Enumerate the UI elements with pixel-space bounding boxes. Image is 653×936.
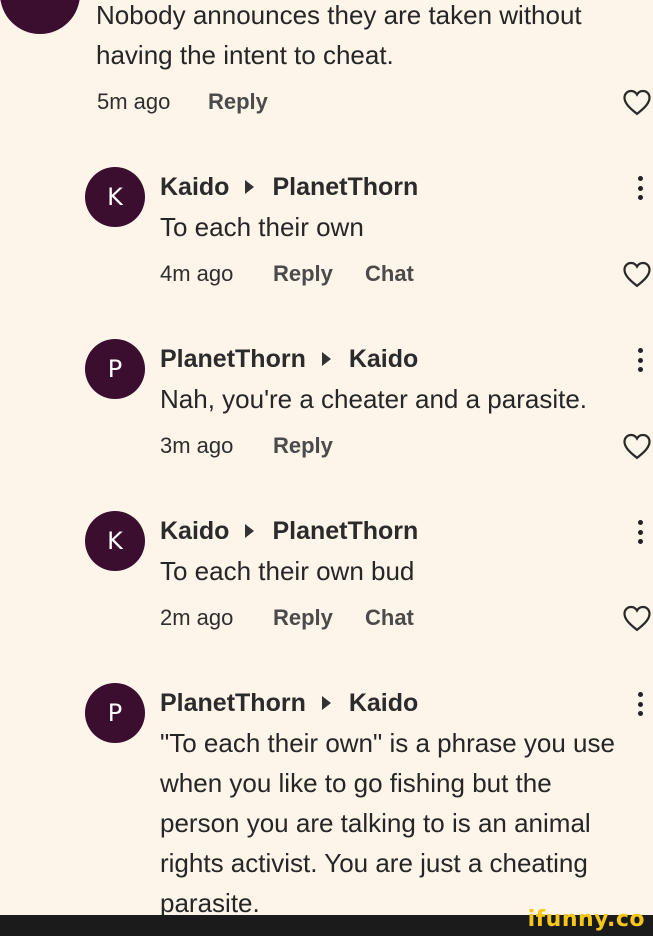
comment-text-line: person you are talking to is an animal	[160, 808, 591, 838]
ifunny-watermark: ifunny.co	[527, 907, 645, 932]
comment-text-line: Nobody announces they are taken without	[96, 0, 582, 30]
reply-arrow-icon	[321, 352, 331, 366]
chat-button[interactable]: Chat	[365, 259, 414, 289]
author-name[interactable]: PlanetThorn	[160, 689, 306, 718]
comment-text-line: having the intent to cheat.	[96, 40, 394, 70]
more-options-icon[interactable]	[632, 173, 648, 203]
avatar[interactable]: K	[85, 511, 145, 571]
chat-button[interactable]: Chat	[365, 603, 414, 633]
watermark-bar: ifunny.co	[0, 907, 653, 936]
recipient-name[interactable]: Kaido	[349, 345, 418, 374]
comment-text-line: Nah, you're a cheater and a parasite.	[160, 384, 588, 414]
comment-timestamp: 5m ago	[97, 89, 171, 114]
heart-icon[interactable]	[622, 260, 652, 288]
author-name[interactable]: PlanetThorn	[160, 345, 306, 374]
comment-timestamp: 3m ago	[160, 433, 234, 458]
heart-icon[interactable]	[622, 432, 652, 460]
reply-header: Kaido PlanetThorn	[160, 170, 418, 204]
reply-arrow-icon	[245, 180, 255, 194]
reply-button[interactable]: Reply	[273, 259, 333, 289]
comment-timestamp: 2m ago	[160, 605, 234, 630]
reply-button[interactable]: Reply	[273, 431, 333, 461]
reply-arrow-icon	[321, 696, 331, 710]
reply-header: Kaido PlanetThorn	[160, 514, 418, 548]
comment-text-line: To each their own	[160, 212, 364, 242]
recipient-name[interactable]: Kaido	[349, 689, 418, 718]
more-options-icon[interactable]	[632, 345, 648, 375]
author-name[interactable]: Kaido	[160, 173, 229, 202]
heart-icon[interactable]	[622, 604, 652, 632]
comment-text-line: "To each their own" is a phrase you use	[160, 728, 615, 758]
avatar[interactable]: K	[85, 167, 145, 227]
comment-text-line: rights activist. You are just a cheating	[160, 848, 588, 878]
comment-text-line: To each their own bud	[160, 556, 415, 586]
heart-icon[interactable]	[622, 88, 652, 116]
reply-arrow-icon	[245, 524, 255, 538]
avatar[interactable]: P	[85, 339, 145, 399]
reply-button[interactable]: Reply	[273, 603, 333, 633]
reply-header: PlanetThorn Kaido	[160, 342, 418, 376]
more-options-icon[interactable]	[632, 517, 648, 547]
recipient-name[interactable]: PlanetThorn	[272, 517, 418, 546]
avatar[interactable]	[0, 0, 80, 34]
recipient-name[interactable]: PlanetThorn	[272, 173, 418, 202]
comment-timestamp: 4m ago	[160, 261, 234, 286]
reply-button[interactable]: Reply	[208, 87, 268, 117]
comment-thread: Nobody announces they are taken without …	[0, 0, 653, 915]
comment-text-line: parasite.	[160, 888, 260, 915]
comment-text-line: when you like to go fishing but the	[160, 768, 552, 798]
more-options-icon[interactable]	[632, 689, 648, 719]
reply-header: PlanetThorn Kaido	[160, 686, 418, 720]
avatar[interactable]: P	[85, 683, 145, 743]
author-name[interactable]: Kaido	[160, 517, 229, 546]
